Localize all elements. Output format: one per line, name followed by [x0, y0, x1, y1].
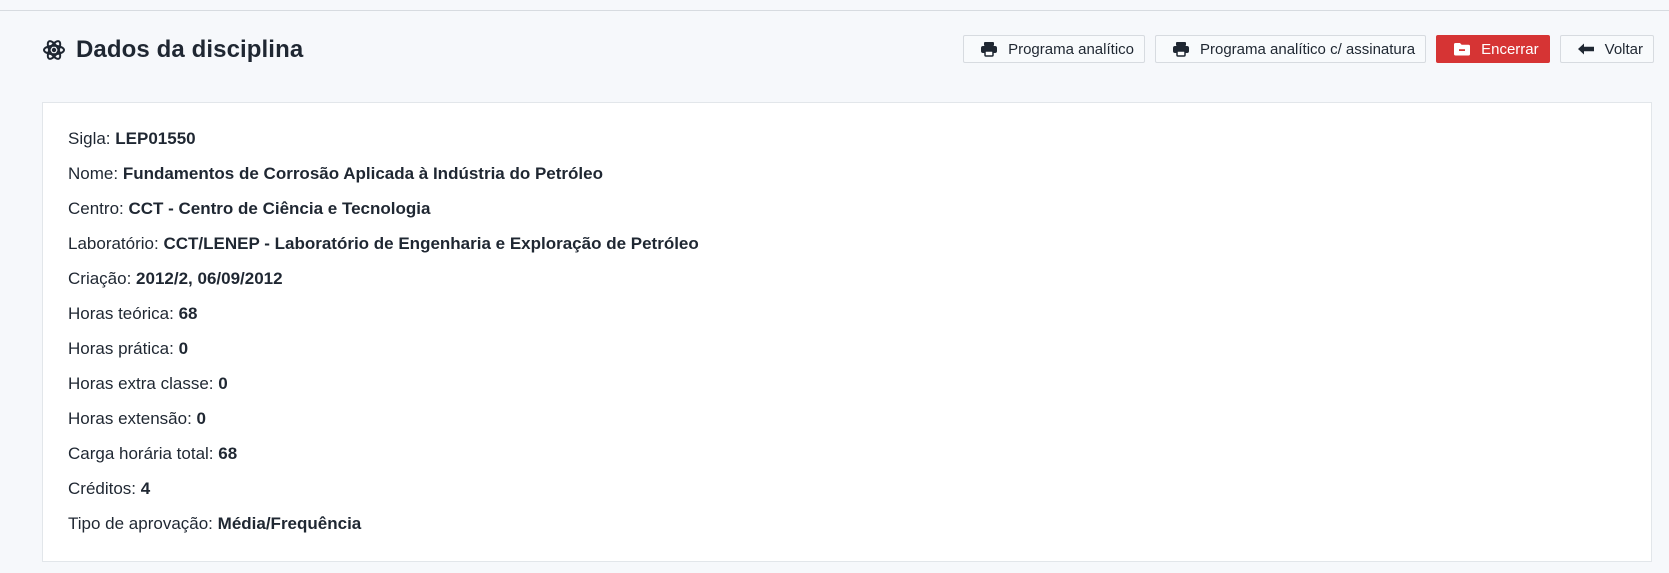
detail-value: 0	[218, 374, 228, 393]
detail-criacao: Criação: 2012/2, 06/09/2012	[68, 261, 1651, 296]
detail-horas-extensao: Horas extensão: 0	[68, 401, 1651, 436]
detail-label: Laboratório:	[68, 234, 159, 253]
program-analytic-signature-label: Programa analítico c/ assinatura	[1200, 40, 1416, 58]
detail-horas-extra-classe: Horas extra classe: 0	[68, 366, 1651, 401]
detail-label: Nome:	[68, 164, 119, 183]
back-button[interactable]: Voltar	[1559, 35, 1654, 63]
top-divider	[0, 10, 1669, 11]
detail-value: 2012/2, 06/09/2012	[136, 269, 283, 288]
arrow-left-icon	[1577, 42, 1595, 56]
folder-minus-icon	[1453, 41, 1471, 57]
detail-creditos: Créditos: 4	[68, 471, 1651, 506]
detail-label: Centro:	[68, 199, 124, 218]
detail-value: CCT - Centro de Ciência e Tecnologia	[128, 199, 431, 218]
detail-value: 4	[140, 479, 151, 498]
course-details-panel: Sigla: LEP01550 Nome: Fundamentos de Cor…	[42, 102, 1652, 562]
detail-label: Horas extensão:	[68, 409, 192, 428]
atom-icon	[42, 38, 66, 62]
detail-value: 0	[178, 339, 189, 358]
detail-label: Sigla:	[68, 129, 111, 148]
detail-laboratorio: Laboratório: CCT/LENEP - Laboratório de …	[68, 226, 1651, 261]
detail-value: Fundamentos de Corrosão Aplicada à Indús…	[122, 164, 603, 183]
detail-tipo-aprovacao: Tipo de aprovação: Média/Frequência	[68, 506, 1651, 541]
detail-list: Sigla: LEP01550 Nome: Fundamentos de Cor…	[43, 103, 1651, 541]
detail-value: 68	[218, 444, 238, 463]
detail-label: Tipo de aprovação:	[68, 514, 213, 533]
detail-value: 0	[196, 409, 206, 428]
back-label: Voltar	[1604, 40, 1643, 58]
page-header: Dados da disciplina Programa analítico P…	[42, 30, 1654, 70]
detail-label: Horas extra classe:	[68, 374, 214, 393]
detail-horas-teorica: Horas teórica: 68	[68, 296, 1651, 331]
close-label: Encerrar	[1481, 40, 1539, 58]
detail-centro: Centro: CCT - Centro de Ciência e Tecnol…	[68, 191, 1651, 226]
detail-value: Média/Frequência	[217, 514, 362, 533]
detail-nome: Nome: Fundamentos de Corrosão Aplicada à…	[68, 156, 1651, 191]
detail-sigla: Sigla: LEP01550	[68, 121, 1651, 156]
header-actions: Programa analítico Programa analítico c/…	[963, 35, 1654, 63]
detail-horas-pratica: Horas prática: 0	[68, 331, 1651, 366]
program-analytic-label: Programa analítico	[1008, 40, 1134, 58]
detail-label: Criação:	[68, 269, 132, 288]
detail-label: Horas prática:	[68, 339, 174, 358]
page-title: Dados da disciplina	[76, 36, 304, 63]
program-analytic-button[interactable]: Programa analítico	[963, 35, 1145, 63]
program-analytic-signature-button[interactable]: Programa analítico c/ assinatura	[1155, 35, 1427, 63]
printer-icon	[980, 41, 998, 57]
detail-value: LEP01550	[115, 129, 196, 148]
close-button[interactable]: Encerrar	[1436, 35, 1550, 63]
detail-value: CCT/LENEP - Laboratório de Engenharia e …	[163, 234, 699, 253]
detail-label: Horas teórica:	[68, 304, 174, 323]
detail-value: 68	[178, 304, 198, 323]
detail-label: Carga horária total:	[68, 444, 214, 463]
title-group: Dados da disciplina	[42, 32, 303, 68]
printer-icon	[1172, 41, 1190, 57]
detail-label: Créditos:	[68, 479, 137, 498]
detail-carga-horaria-total: Carga horária total: 68	[68, 436, 1651, 471]
